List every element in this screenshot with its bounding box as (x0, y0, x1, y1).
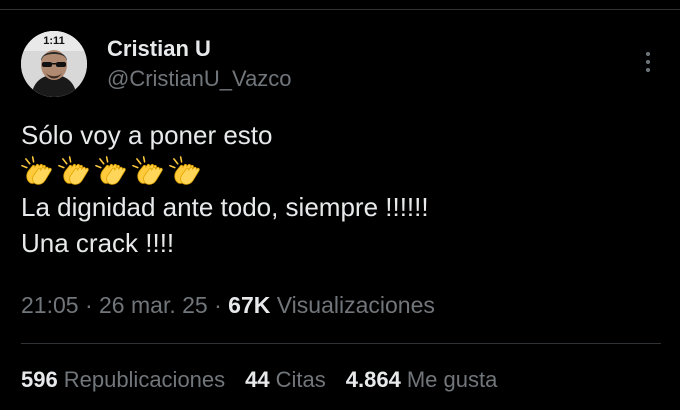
clapping-hands-icon (132, 155, 163, 185)
tweet-time[interactable]: 21:05 (21, 292, 79, 318)
engagement-stats: 596 Republicaciones 44 Citas 4.864 Me gusta (21, 365, 517, 395)
emoji-row (21, 153, 661, 189)
tweet-card: 1:11 Cristian U @CristianU_Vazco Sólo vo… (0, 0, 680, 410)
likes-stat[interactable]: 4.864 Me gusta (346, 365, 498, 395)
tweet-line-2: La dignidad ante todo, siempre !!!!!! (21, 192, 429, 222)
likes-label: Me gusta (406, 367, 498, 392)
quotes-stat[interactable]: 44 Citas (245, 365, 326, 395)
reposts-count: 596 (21, 367, 58, 392)
views-count[interactable]: 67K (228, 292, 270, 318)
quotes-count: 44 (245, 367, 270, 392)
author-handle[interactable]: @CristianU_Vazco (107, 65, 292, 93)
author-display-name[interactable]: Cristian U (107, 35, 292, 63)
tweet-text: Sólo voy a poner esto La dignidad ante t… (21, 117, 661, 261)
clapping-hands-icon (169, 155, 200, 185)
views-label[interactable]: Visualizaciones (277, 292, 435, 318)
avatar-badge-text: 1:11 (43, 35, 64, 47)
author-names: Cristian U @CristianU_Vazco (107, 35, 292, 93)
clapping-hands-icon (21, 155, 52, 185)
likes-count: 4.864 (345, 367, 401, 392)
more-dots-icon (646, 52, 650, 56)
stats-divider (21, 343, 661, 344)
clapping-hands-icon (95, 155, 126, 185)
clapping-hands-icon (58, 155, 89, 185)
reposts-label: Republicaciones (63, 367, 226, 392)
tweet-date[interactable]: 26 mar. 25 (99, 292, 208, 318)
tweet-line-1: Sólo voy a poner esto (21, 120, 273, 150)
tweet-meta: 21:05 · 26 mar. 25 · 67K Visualizaciones (21, 290, 435, 320)
tweet-header: 1:11 Cristian U @CristianU_Vazco (21, 31, 661, 101)
avatar[interactable]: 1:11 (21, 31, 87, 97)
meta-separator: · (207, 292, 229, 318)
more-options-button[interactable] (635, 44, 661, 80)
reposts-stat[interactable]: 596 Republicaciones (21, 365, 225, 395)
meta-separator: · (78, 292, 100, 318)
tweet-line-3: Una crack !!!! (21, 228, 175, 258)
quotes-label: Citas (275, 367, 326, 392)
avatar-image: 1:11 (21, 31, 87, 97)
